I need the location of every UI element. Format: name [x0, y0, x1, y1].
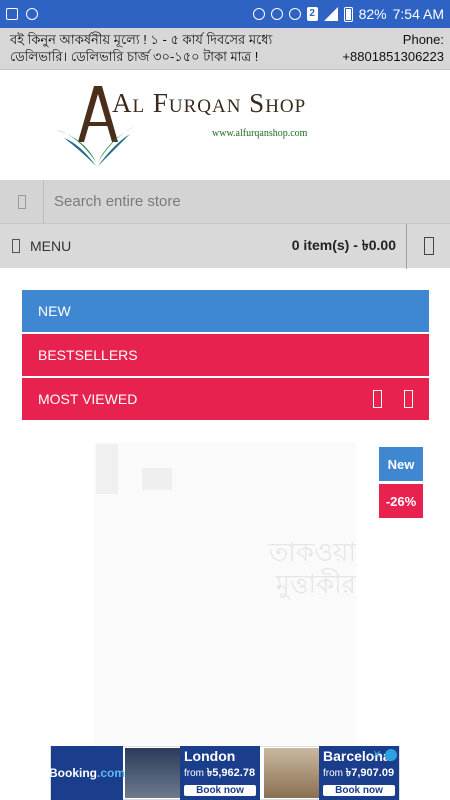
alarm-icon — [270, 8, 283, 20]
ad-city: London — [184, 748, 236, 764]
sim-icon: 2 — [306, 7, 318, 21]
tab-label: NEW — [38, 303, 71, 319]
cart-icon — [423, 237, 434, 255]
notice-message: বই কিনুন আকর্ষনীয় মূল্যে ! ১ - ৫ কার্য … — [10, 32, 273, 64]
status-bar: 2 82% 7:54 AM — [0, 0, 450, 28]
discount-badge: -26% — [379, 484, 423, 518]
cart-button[interactable] — [406, 223, 450, 269]
book-cover-title: তাকওয়া মুত্তাকীর — [268, 538, 356, 599]
new-badge: New — [379, 447, 423, 481]
ad-info-icon[interactable] — [385, 749, 397, 761]
tab-bestsellers[interactable]: BESTSELLERS — [22, 334, 429, 376]
menu-button[interactable]: MENU — [0, 238, 71, 254]
brand-name[interactable]: Al Furqan Shop — [112, 88, 306, 119]
search-bar — [0, 180, 450, 223]
app-notification-icon — [26, 8, 38, 20]
menu-bar: MENU 0 item(s) - ৳0.00 — [0, 223, 450, 269]
image-notification-icon — [6, 8, 18, 20]
ad-close-icon[interactable]: ✕ — [371, 749, 383, 761]
ad-offer-london[interactable]: London from ৳5,962.78 Book now — [180, 746, 260, 800]
product-tabs: NEW BESTSELLERS MOST VIEWED — [22, 290, 429, 422]
chevron-right-icon[interactable] — [404, 390, 413, 408]
publisher-logo-icon — [142, 468, 172, 490]
phone-number[interactable]: +8801851306223 — [320, 48, 444, 65]
clock: 7:54 AM — [392, 6, 444, 22]
battery-icon — [343, 6, 353, 22]
carousel-controls — [373, 390, 429, 408]
menu-label: MENU — [30, 238, 72, 254]
hamburger-icon — [12, 239, 20, 253]
phone-label: Phone: — [402, 32, 444, 47]
search-input[interactable] — [44, 180, 450, 223]
ad-brand-suffix: .com — [97, 766, 126, 780]
cart-summary[interactable]: 0 item(s) - ৳0.00 — [292, 234, 406, 258]
ad-price: from ৳5,962.78 — [184, 767, 256, 779]
chevron-left-icon[interactable] — [373, 390, 382, 408]
tab-label: BESTSELLERS — [38, 347, 138, 363]
ad-price: from ৳7,907.09 — [323, 767, 395, 779]
bluetooth-icon — [252, 8, 265, 20]
wifi-icon — [288, 8, 301, 20]
search-icon — [17, 194, 26, 209]
ad-book-button[interactable]: Book now — [184, 785, 256, 796]
hotel-photo-london[interactable] — [125, 748, 180, 798]
ad-book-button[interactable]: Book now — [323, 785, 395, 796]
tab-label: MOST VIEWED — [38, 391, 138, 407]
battery-percent: 82% — [358, 6, 387, 22]
hotel-photo-barcelona[interactable] — [264, 748, 319, 798]
search-button[interactable] — [0, 180, 44, 223]
brand-url: www.alfurqanshop.com — [212, 128, 308, 139]
signal-icon — [323, 7, 338, 21]
booking-logo[interactable]: Booking .com — [49, 746, 126, 800]
ad-banner[interactable]: Booking .com London from ৳5,962.78 Book n… — [49, 746, 400, 800]
site-header: Al Furqan Shop www.alfurqanshop.com — [0, 70, 450, 180]
product-image[interactable]: তাকওয়া মুত্তাকীর — [94, 442, 356, 745]
contact-phone[interactable]: Phone: +8801851306223 — [320, 28, 450, 69]
tab-most-viewed[interactable]: MOST VIEWED — [22, 378, 429, 420]
ad-brand: Booking — [49, 766, 97, 780]
tab-new[interactable]: NEW — [22, 290, 429, 332]
notice-banner: বই কিনুন আকর্ষনীয় মূল্যে ! ১ - ৫ কার্য … — [0, 28, 450, 70]
cover-decoration — [96, 444, 118, 494]
